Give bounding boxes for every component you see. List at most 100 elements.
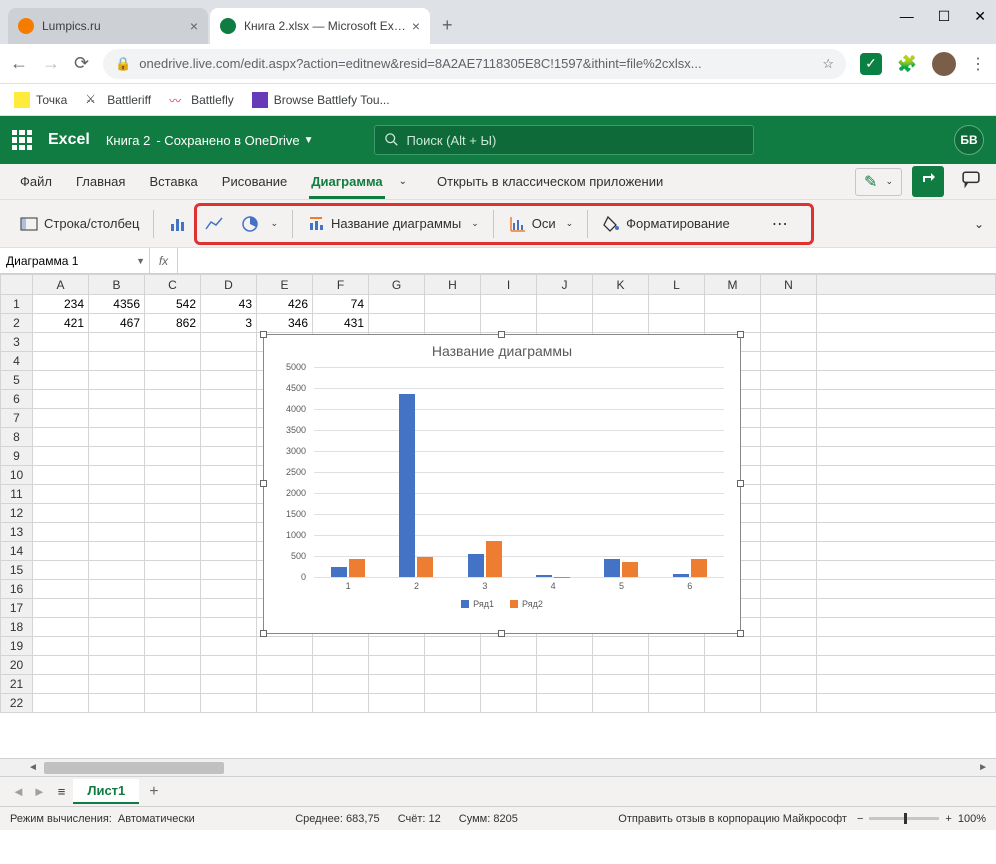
close-tab-icon[interactable]: ×: [190, 18, 198, 34]
scroll-thumb[interactable]: [44, 762, 224, 774]
formula-bar-row: Диаграмма 1▼ fx: [0, 248, 996, 274]
line-chart-type-button[interactable]: [196, 208, 232, 240]
fx-label[interactable]: fx: [150, 248, 178, 273]
x-axis: 123456: [314, 581, 724, 591]
name-box[interactable]: Диаграмма 1▼: [0, 248, 150, 273]
feedback-link[interactable]: Отправить отзыв в корпорацию Майкрософт: [618, 813, 847, 825]
excel-brand: Excel: [48, 131, 90, 149]
extension-icon-1[interactable]: ✓: [860, 53, 882, 75]
resize-handle[interactable]: [498, 331, 505, 338]
spreadsheet-grid[interactable]: ABCDEFGHIJKLMN12344356542434267424214678…: [0, 274, 996, 758]
scroll-left-icon[interactable]: ◄: [28, 762, 38, 773]
bookmark-item[interactable]: Browse Battlefy Tou...: [252, 92, 390, 108]
sheet-tabs: ◄ ► ≡ Лист1 +: [0, 776, 996, 806]
tab-favicon: [220, 18, 236, 34]
window-controls: — ☐ ✕: [900, 8, 986, 25]
zoom-out-button[interactable]: −: [857, 813, 863, 825]
tabs-overflow-dropdown[interactable]: ⌄: [399, 176, 407, 187]
legend-item: Ряд2: [510, 599, 543, 609]
user-avatar[interactable]: БВ: [954, 125, 984, 155]
forward-button[interactable]: →: [42, 53, 60, 74]
editing-mode-button[interactable]: ✎⌄: [855, 168, 902, 196]
sheet-next-button[interactable]: ►: [33, 784, 46, 799]
bookmark-icon: [252, 92, 268, 108]
chart-plot-area[interactable]: 0500100015002000250030003500400045005000…: [314, 367, 724, 577]
browser-tab-1[interactable]: Lumpics.ru ×: [8, 8, 208, 44]
ribbon-tabs: Файл Главная Вставка Рисование Диаграмма…: [0, 164, 996, 200]
format-button[interactable]: Форматирование: [594, 209, 738, 239]
resize-handle[interactable]: [260, 480, 267, 487]
resize-handle[interactable]: [260, 331, 267, 338]
extensions-button[interactable]: 🧩: [896, 53, 918, 75]
status-avg: Среднее: 683,75: [295, 813, 379, 825]
calc-mode-value: Автоматически: [118, 813, 195, 825]
minimize-button[interactable]: —: [900, 8, 914, 25]
scroll-right-icon[interactable]: ►: [978, 762, 988, 773]
chart-title-button[interactable]: Название диаграммы ⌄: [299, 209, 487, 239]
bookmark-item[interactable]: ⚔Battleriff: [85, 92, 151, 108]
horizontal-scrollbar[interactable]: ◄ ►: [0, 758, 996, 776]
reload-button[interactable]: ⟳: [74, 53, 89, 74]
bookmark-star-icon[interactable]: ☆: [822, 56, 834, 72]
pie-chart-type-button[interactable]: ⌄: [232, 208, 286, 240]
all-sheets-button[interactable]: ≡: [58, 784, 66, 799]
embedded-chart[interactable]: Название диаграммы 050010001500200025003…: [263, 334, 741, 634]
bar-chart-type-button[interactable]: [160, 208, 196, 240]
add-sheet-button[interactable]: +: [149, 783, 158, 801]
tab-title: Книга 2.xlsx — Microsoft Excel O: [244, 19, 406, 33]
formula-input[interactable]: [178, 248, 996, 273]
resize-handle[interactable]: [737, 480, 744, 487]
tab-draw[interactable]: Рисование: [210, 164, 299, 199]
axes-button[interactable]: Оси ⌄: [500, 209, 581, 239]
open-in-desktop-button[interactable]: Открыть в классическом приложении: [437, 174, 663, 189]
resize-handle[interactable]: [737, 331, 744, 338]
new-tab-button[interactable]: +: [442, 15, 453, 36]
close-window-button[interactable]: ✕: [974, 8, 986, 25]
saved-status: - Сохранено в OneDrive: [156, 133, 299, 148]
comments-button[interactable]: [954, 165, 988, 198]
app-launcher-button[interactable]: [12, 130, 32, 150]
document-name[interactable]: Книга 2: [106, 133, 151, 148]
pen-icon: ✎: [864, 172, 877, 192]
zoom-in-button[interactable]: +: [945, 813, 951, 825]
profile-avatar[interactable]: [932, 52, 956, 76]
bookmarks-bar: Точка ⚔Battleriff 〰Battlefly Browse Batt…: [0, 84, 996, 116]
paint-bucket-icon: [602, 215, 620, 233]
resize-handle[interactable]: [260, 630, 267, 637]
collapse-ribbon-button[interactable]: ⌄: [974, 217, 984, 231]
switch-row-column-button[interactable]: Строка/столбец: [12, 209, 147, 239]
chevron-down-icon: ⌄: [566, 218, 574, 229]
tab-chart[interactable]: Диаграмма: [299, 164, 394, 199]
tab-file[interactable]: Файл: [8, 164, 64, 199]
bookmark-item[interactable]: Точка: [14, 92, 67, 108]
url-bar[interactable]: 🔒 onedrive.live.com/edit.aspx?action=edi…: [103, 49, 846, 79]
chart-legend: Ряд1 Ряд2: [264, 599, 740, 609]
resize-handle[interactable]: [498, 630, 505, 637]
browser-menu-button[interactable]: ⋮: [970, 54, 986, 74]
share-button[interactable]: [912, 166, 944, 197]
close-tab-icon[interactable]: ×: [412, 18, 420, 34]
maximize-button[interactable]: ☐: [938, 8, 951, 25]
chevron-down-icon: ⌄: [885, 176, 893, 187]
browser-tab-2-active[interactable]: Книга 2.xlsx — Microsoft Excel O ×: [210, 8, 430, 44]
chevron-down-icon[interactable]: ▼: [304, 135, 314, 146]
sheet-prev-button[interactable]: ◄: [12, 784, 25, 799]
tab-insert[interactable]: Вставка: [137, 164, 209, 199]
back-button[interactable]: ←: [10, 53, 28, 74]
bookmark-icon: [14, 92, 30, 108]
bookmark-item[interactable]: 〰Battlefly: [169, 92, 234, 108]
excel-header: Excel Книга 2 - Сохранено в OneDrive ▼ П…: [0, 116, 996, 164]
browser-tab-strip: Lumpics.ru × Книга 2.xlsx — Microsoft Ex…: [0, 0, 996, 44]
resize-handle[interactable]: [737, 630, 744, 637]
chevron-down-icon: ⌄: [270, 218, 278, 229]
search-input[interactable]: Поиск (Alt + Ы): [374, 125, 754, 155]
status-sum: Сумм: 8205: [459, 813, 518, 825]
zoom-slider[interactable]: [869, 817, 939, 820]
chart-title[interactable]: Название диаграммы: [264, 335, 740, 363]
tab-home[interactable]: Главная: [64, 164, 137, 199]
browser-nav-bar: ← → ⟳ 🔒 onedrive.live.com/edit.aspx?acti…: [0, 44, 996, 84]
zoom-control[interactable]: − + 100%: [857, 813, 986, 825]
more-options-button[interactable]: ⋯: [772, 214, 788, 234]
chevron-down-icon[interactable]: ▼: [136, 256, 145, 266]
sheet-tab-active[interactable]: Лист1: [73, 779, 139, 804]
